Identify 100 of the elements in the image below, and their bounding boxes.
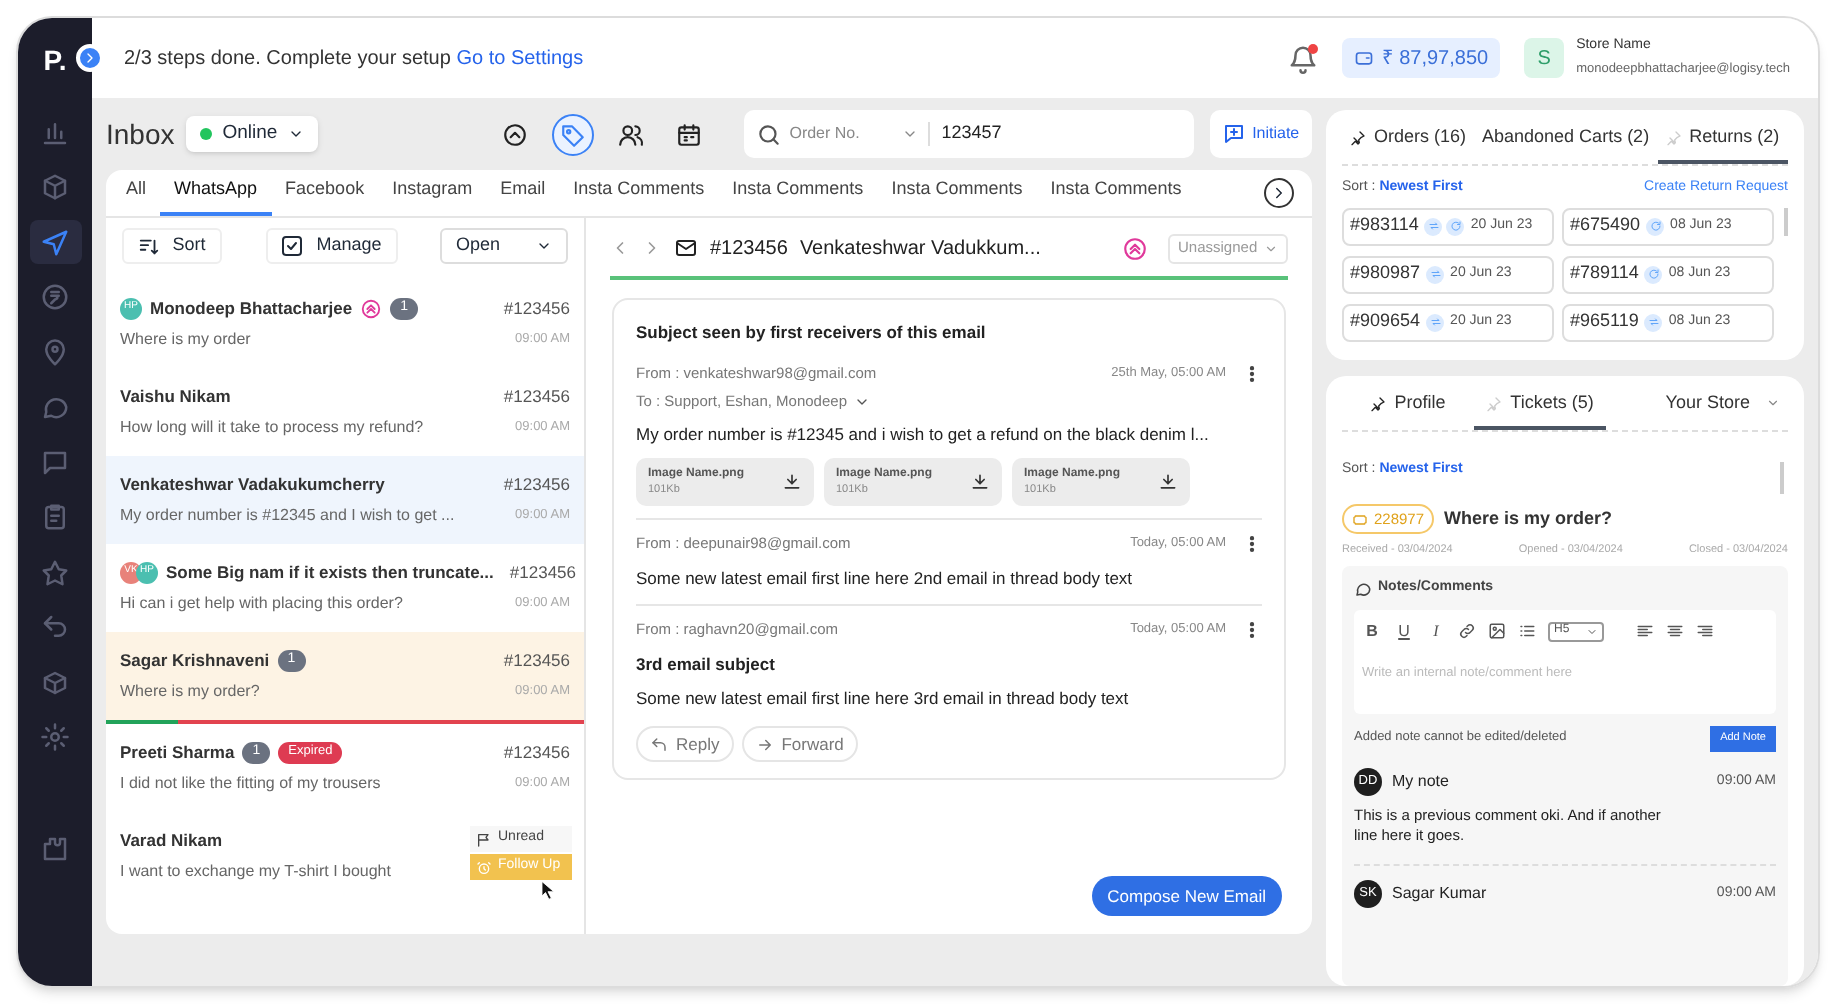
- users-icon: [617, 121, 644, 147]
- message-preview: My order number is #12345 and I wish to get ...: [120, 504, 455, 528]
- message-preview: Hi can i get help with placing this order?: [120, 592, 403, 616]
- chevron-right-icon: [1270, 184, 1288, 202]
- filter-dropdown[interactable]: Open: [440, 228, 568, 264]
- ticket-icon: [1352, 511, 1368, 527]
- scrollbar-thumb[interactable]: [1784, 207, 1788, 235]
- align-left-icon[interactable]: [1636, 622, 1654, 641]
- inbox-title: Inbox: [106, 115, 175, 153]
- return-id: #965119: [1570, 308, 1639, 335]
- order-number: #123456: [503, 739, 570, 765]
- box-icon: [40, 667, 70, 697]
- search-filter-dropdown[interactable]: Order No.: [789, 122, 930, 146]
- sort-button[interactable]: Sort: [122, 228, 222, 264]
- download-icon[interactable]: [782, 472, 802, 492]
- plus-message-icon: [1222, 122, 1247, 146]
- reply-button[interactable]: Reply: [636, 726, 734, 763]
- contact-name: Vaishu Nikam: [120, 383, 231, 409]
- thread-order: #123456: [710, 235, 788, 263]
- forward-button[interactable]: Forward: [741, 726, 858, 763]
- scrollbar-thumb[interactable]: [1780, 462, 1784, 494]
- message-icon: [40, 447, 70, 477]
- store-avatar: S: [1524, 38, 1565, 78]
- status-dropdown[interactable]: Online: [186, 116, 318, 152]
- wallet-icon: [1353, 48, 1374, 68]
- panel-tab[interactable]: Profile: [1342, 380, 1474, 430]
- location-icon: [40, 337, 70, 367]
- format-button[interactable]: U: [1394, 619, 1414, 644]
- chevron-up-icon: [501, 121, 528, 147]
- calendar-icon: [675, 121, 702, 147]
- list-icon[interactable]: [1518, 622, 1536, 641]
- format-button[interactable]: I: [1426, 619, 1446, 644]
- contact-name: Preeti Sharma: [120, 739, 235, 765]
- tabs-next-button[interactable]: [1264, 178, 1294, 208]
- manage-button[interactable]: Manage: [265, 228, 397, 264]
- channel-tab[interactable]: Instagram: [378, 175, 487, 216]
- channel-tab[interactable]: All: [112, 175, 161, 216]
- cursor-icon: [538, 878, 558, 902]
- channel-tab[interactable]: Email: [486, 175, 560, 216]
- ticket-title: Where is my order?: [1444, 505, 1613, 532]
- panel-tab[interactable]: Your Store: [1606, 380, 1788, 430]
- channel-tab[interactable]: Insta Comments: [877, 175, 1037, 216]
- channel-tab[interactable]: Insta Comments: [1036, 175, 1196, 216]
- align-center-icon[interactable]: [1666, 622, 1684, 641]
- channel-tab[interactable]: Insta Comments: [559, 175, 719, 216]
- email-body: Some new latest email first line here 2nd email in thread body text: [636, 566, 1135, 592]
- message-preview: I did not like the fitting of my trousers: [120, 772, 381, 796]
- coin-icon: [40, 282, 70, 312]
- note-author: My note: [1392, 769, 1449, 794]
- return-id: #983114: [1350, 212, 1419, 239]
- chat-icon: [40, 392, 70, 422]
- download-icon[interactable]: [1158, 472, 1178, 492]
- order-number: #123456: [503, 471, 570, 497]
- align-right-icon[interactable]: [1696, 622, 1714, 641]
- channel-tab[interactable]: Facebook: [271, 175, 379, 216]
- balance-pill[interactable]: ₹ 87,97,850: [1341, 38, 1501, 78]
- flag-icon: [476, 831, 492, 847]
- contact-name: Venkateshwar Vadakukumcherry: [120, 471, 385, 497]
- return-id: #675490: [1570, 212, 1641, 239]
- message-preview: Where is my order: [120, 328, 251, 352]
- compose-button[interactable]: Compose New Email: [1091, 876, 1282, 916]
- panel-tab[interactable]: Abandoned Carts (2): [1474, 114, 1658, 164]
- tag-icon: [559, 121, 586, 147]
- search-icon: [755, 121, 782, 147]
- star-icon: [40, 557, 70, 587]
- panel-tab[interactable]: Orders (16): [1342, 114, 1475, 164]
- panel-tab[interactable]: Returns (2): [1657, 114, 1788, 164]
- search-field[interactable]: Order No. 123457: [743, 110, 1194, 158]
- cube-icon: [40, 172, 70, 202]
- chevron-down-icon: [901, 126, 918, 142]
- puzzle-icon: [40, 834, 70, 864]
- chevron-down-icon: [1766, 396, 1780, 410]
- link-icon[interactable]: [1458, 622, 1476, 641]
- chevron-down-icon: [1264, 241, 1278, 255]
- image-icon[interactable]: [1488, 622, 1506, 641]
- clipboard-icon: [40, 502, 70, 532]
- assign-icon: [1122, 235, 1148, 261]
- contact-name: Monodeep Bhattacharjee: [150, 295, 353, 321]
- initiate-button[interactable]: Initiate: [1209, 110, 1312, 158]
- alarm-icon: [476, 859, 492, 875]
- download-icon[interactable]: [970, 472, 990, 492]
- sidebar-item[interactable]: [29, 220, 81, 264]
- order-number: #123456: [503, 383, 570, 409]
- setup-message: 2/3 steps done. Complete your setup Go to Settings: [124, 45, 584, 73]
- channel-tab[interactable]: Insta Comments: [718, 175, 878, 216]
- order-number: #123456: [509, 559, 576, 585]
- settings-link[interactable]: Go to Settings: [456, 47, 584, 69]
- chevron-right-icon: [82, 50, 98, 66]
- contact-name: Sagar Krishnaveni: [120, 647, 270, 673]
- email-body: Some new latest email first line here 3rd email in thread body text: [636, 685, 1131, 711]
- comment-icon: [1354, 580, 1372, 598]
- message-preview: How long will it take to process my refund?: [120, 416, 424, 440]
- thread-title: Venkateshwar Vadukkum...: [799, 235, 1041, 263]
- chart-icon: [40, 117, 70, 147]
- panel-tab[interactable]: Tickets (5): [1474, 380, 1606, 430]
- order-number: #123456: [503, 647, 570, 673]
- bell-icon[interactable]: [1287, 43, 1318, 73]
- chevron-down-icon: [287, 126, 304, 142]
- channel-tab[interactable]: WhatsApp: [160, 175, 272, 216]
- format-button[interactable]: B: [1362, 619, 1382, 644]
